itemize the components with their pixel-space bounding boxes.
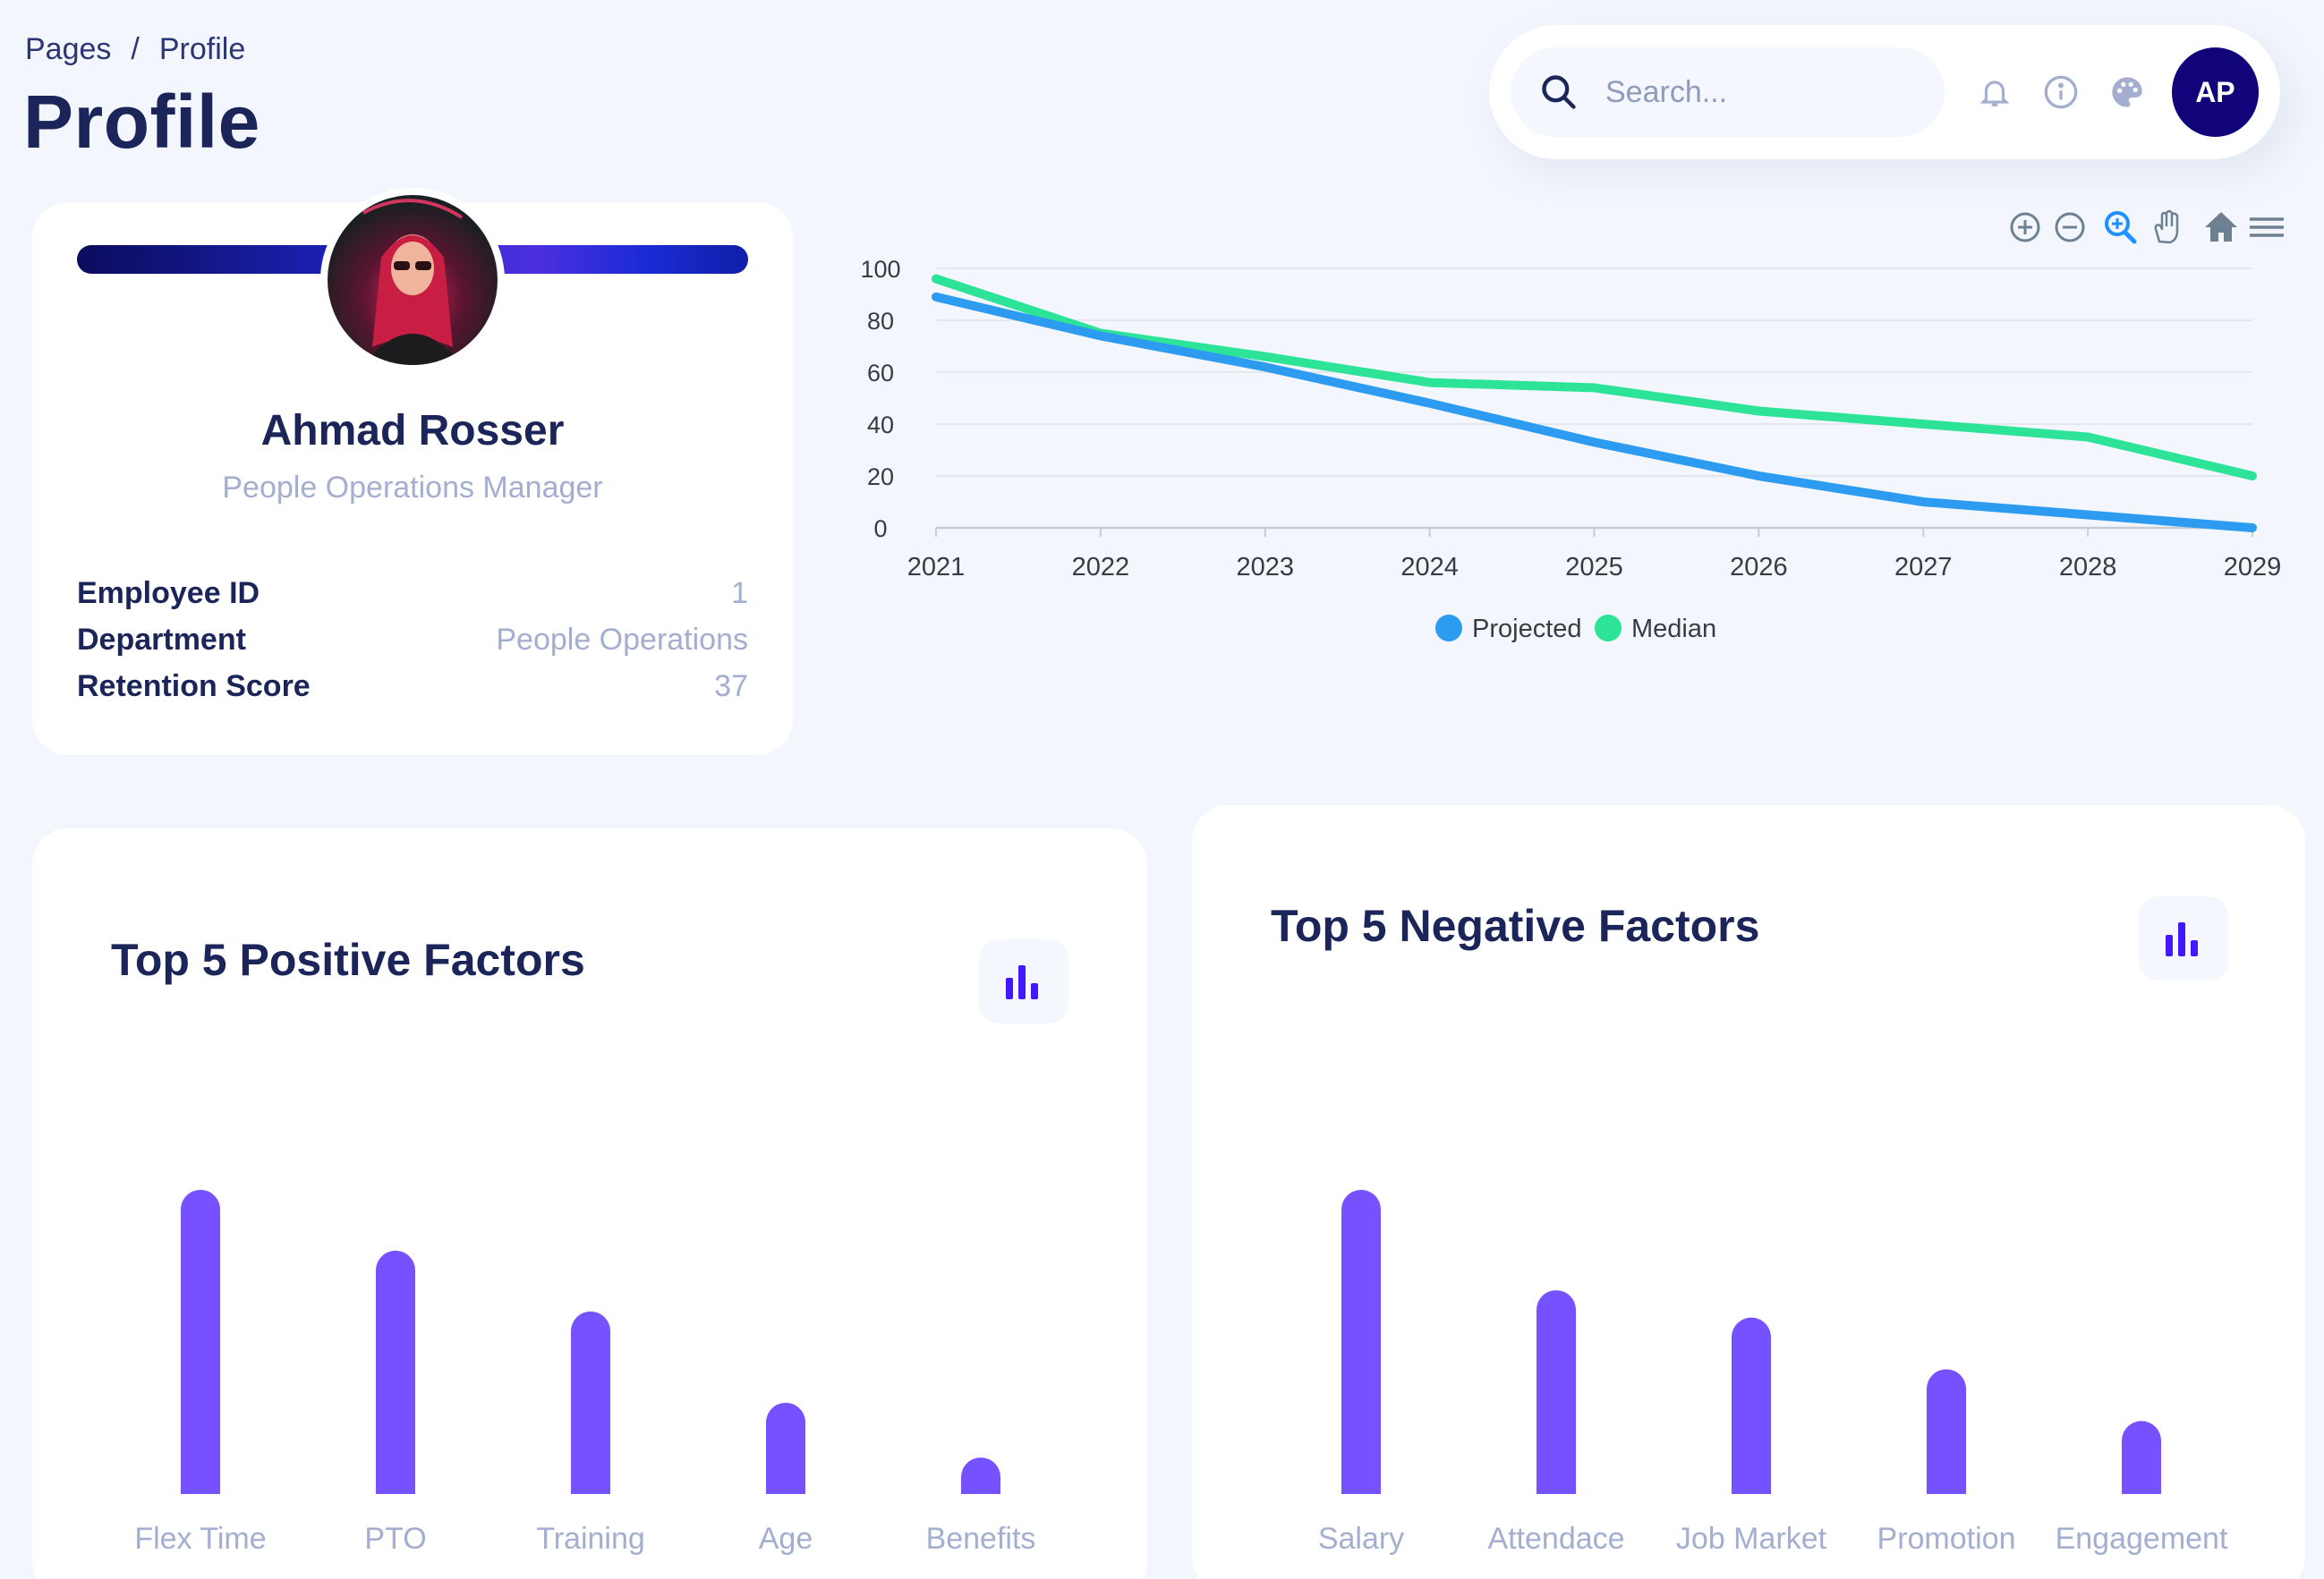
bar-flex-time[interactable] <box>181 1190 220 1494</box>
search-icon <box>1542 75 1576 109</box>
x-tick-label: 2024 <box>1400 553 1459 582</box>
zoom-out-icon[interactable] <box>2055 212 2085 242</box>
top-navbar: AP <box>1489 25 2280 159</box>
bar-promotion[interactable] <box>1927 1369 1966 1494</box>
y-tick-label: 20 <box>867 463 894 490</box>
y-tick-label: 80 <box>867 308 894 335</box>
info-value: People Operations <box>496 623 748 657</box>
info-icon[interactable] <box>2043 74 2079 110</box>
bar-category-label: Attendace <box>1487 1522 1624 1556</box>
info-row-retention-score: Retention Score 37 <box>77 669 748 704</box>
x-tick-label: 2025 <box>1565 553 1623 582</box>
zoom-in-icon[interactable] <box>2010 212 2040 242</box>
y-tick-label: 60 <box>867 360 894 386</box>
x-tick-label: 2022 <box>1072 553 1130 582</box>
info-value: 37 <box>714 669 748 703</box>
series-line-projected <box>932 292 2257 532</box>
negative-factors-card: Top 5 Negative Factors Salary Attendace Jo… <box>1192 805 2305 1579</box>
legend-item-median[interactable]: Median <box>1595 615 1716 643</box>
bar-attendace[interactable] <box>1537 1290 1576 1494</box>
selection-zoom-icon[interactable] <box>2105 211 2137 244</box>
bar-category-label: Job Market <box>1676 1522 1827 1556</box>
bar-salary[interactable] <box>1341 1190 1381 1494</box>
bar-pto[interactable] <box>376 1251 415 1494</box>
bell-icon[interactable] <box>1977 74 2013 110</box>
y-tick-label: 100 <box>860 256 900 283</box>
positive-bar-chart: Flex Time PTO Training Age Benefits <box>134 1190 1036 1556</box>
negative-bar-chart: Salary Attendace Job Market Promotion Engage… <box>1318 1190 2228 1556</box>
breadcrumb-current: Profile <box>158 32 246 66</box>
breadcrumb-parent-link[interactable]: Pages <box>25 32 111 67</box>
chart-toolbar <box>2010 209 2284 244</box>
x-tick-label: 2028 <box>2059 553 2117 582</box>
bar-category-label: Training <box>536 1522 645 1556</box>
x-tick-label: 2027 <box>1894 553 1953 582</box>
home-icon[interactable] <box>2205 212 2237 242</box>
info-row-department: Department People Operations <box>77 623 748 658</box>
palette-icon[interactable] <box>2109 74 2145 110</box>
info-value: 1 <box>731 576 748 610</box>
bar-category-label: Age <box>759 1522 813 1556</box>
menu-icon[interactable] <box>2250 217 2284 237</box>
y-tick-label: 0 <box>873 515 887 542</box>
bar-category-label: Salary <box>1318 1522 1404 1556</box>
x-tick-label: 2021 <box>907 553 966 582</box>
page-title: Profile <box>23 80 260 164</box>
breadcrumb: Pages / Profile <box>25 32 245 67</box>
bar-category-label: PTO <box>364 1522 426 1556</box>
profile-card: Ahmad Rosser People Operations Manager E… <box>32 188 793 755</box>
search-input[interactable] <box>1605 74 1928 110</box>
bar-engagement[interactable] <box>2122 1421 2161 1494</box>
bar-category-label: Promotion <box>1877 1522 2016 1556</box>
bar-category-label: Benefits <box>926 1522 1036 1556</box>
bar-benefits[interactable] <box>961 1457 1000 1494</box>
line-chart-svg: 0 20 40 60 80 100 2021 2022 2023 2024 2025 2026 2027… <box>860 209 2284 643</box>
info-label: Retention Score <box>77 669 311 703</box>
bar-category-label: Engagement <box>2056 1522 2228 1556</box>
info-row-employee-id: Employee ID 1 <box>77 576 748 611</box>
x-tick-label: 2026 <box>1730 553 1788 582</box>
positive-factors-card: Top 5 Positive Factors Flex Time PTO Train… <box>32 828 1147 1579</box>
bar-training[interactable] <box>571 1312 610 1494</box>
profile-role: People Operations Manager <box>222 471 603 505</box>
legend-item-projected[interactable]: Projected <box>1435 615 1582 643</box>
y-tick-label: 40 <box>867 412 894 438</box>
breadcrumb-separator: / <box>131 32 140 66</box>
pan-icon[interactable] <box>2154 209 2179 244</box>
bar-category-label: Flex Time <box>134 1522 266 1556</box>
info-label: Employee ID <box>77 576 260 610</box>
bar-job-market[interactable] <box>1732 1317 1771 1494</box>
user-avatar[interactable]: AP <box>2171 47 2259 137</box>
legend-label: Median <box>1631 615 1716 643</box>
legend-label: Projected <box>1472 615 1582 643</box>
profile-name: Ahmad Rosser <box>260 407 565 454</box>
profile-avatar <box>320 188 505 372</box>
bar-age[interactable] <box>766 1403 805 1494</box>
x-tick-label: 2029 <box>2224 553 2282 582</box>
x-tick-label: 2023 <box>1236 553 1294 582</box>
search-bar[interactable] <box>1511 47 1945 137</box>
info-label: Department <box>77 623 246 657</box>
retention-line-chart: 0 20 40 60 80 100 2021 2022 2023 2024 2025 2026 2027… <box>859 197 2291 662</box>
